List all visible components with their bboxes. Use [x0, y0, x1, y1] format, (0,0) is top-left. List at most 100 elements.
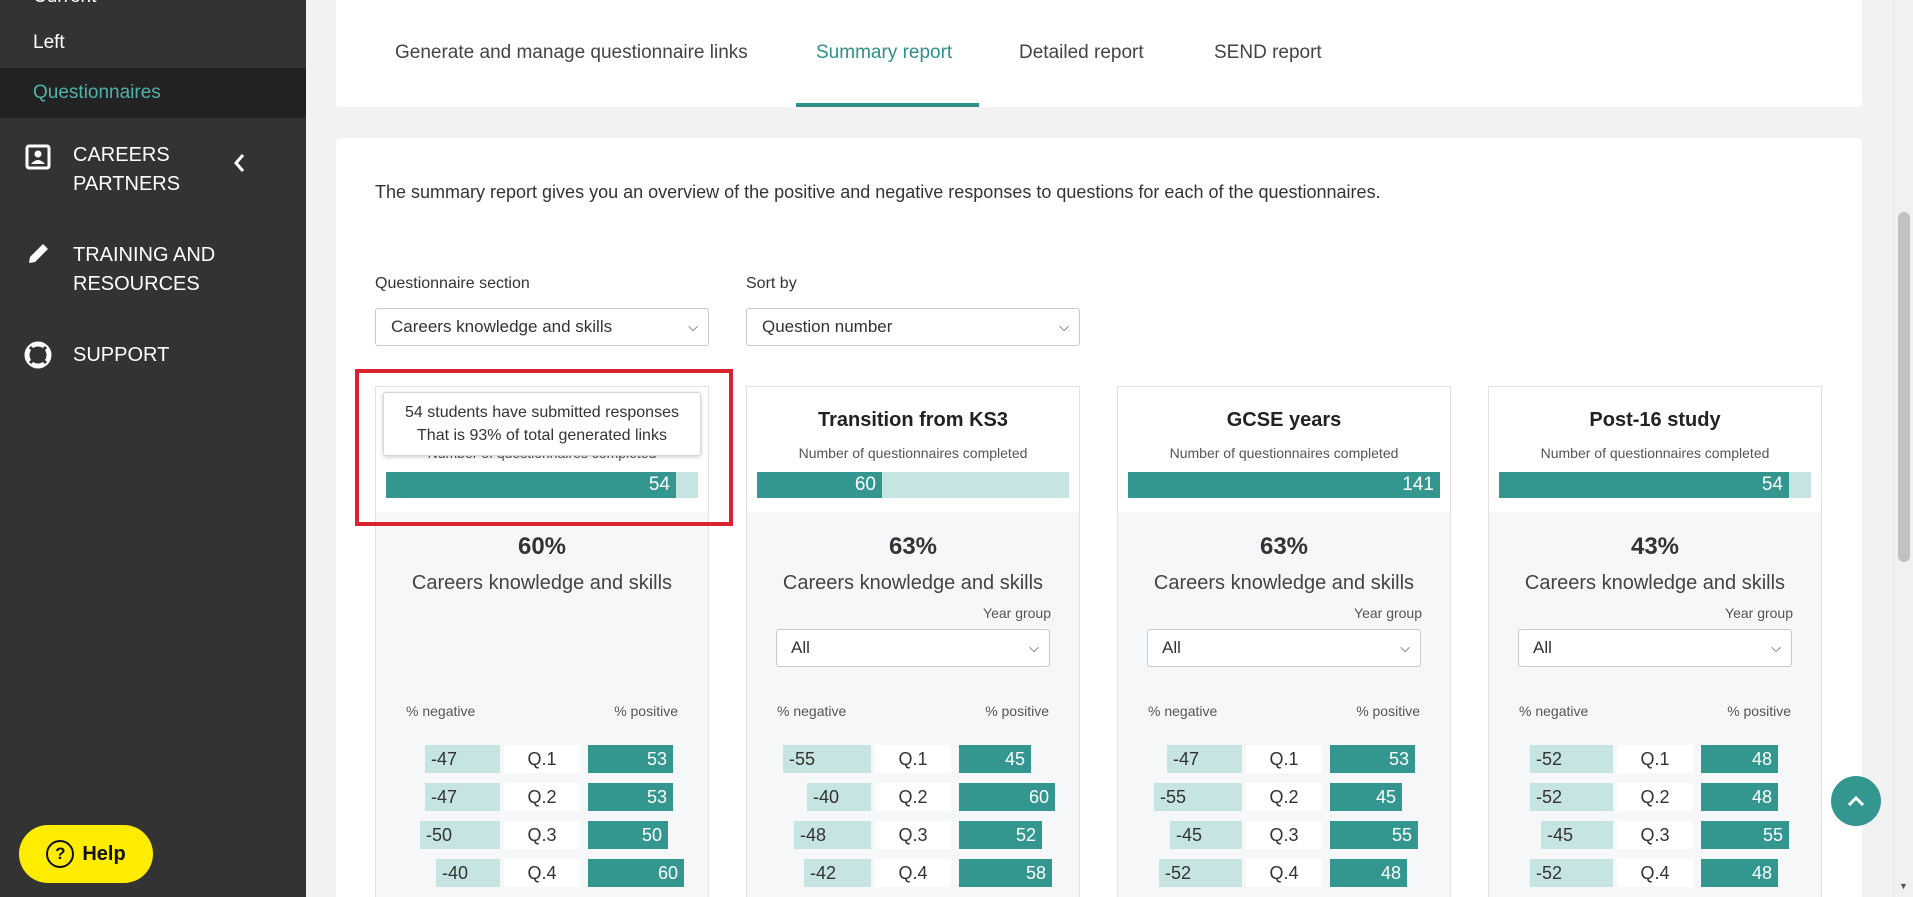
- tab-detailed-report[interactable]: Detailed report: [1019, 42, 1144, 64]
- chevron-down-icon: ⌵: [688, 319, 698, 334]
- negative-bar: -47: [425, 745, 500, 773]
- tab-send-report[interactable]: SEND report: [1214, 42, 1322, 64]
- question-row[interactable]: -52 Q.4 48: [1118, 859, 1450, 887]
- year-group-label: Year group: [1725, 605, 1793, 621]
- sidebar-item-questionnaires[interactable]: Questionnaires: [0, 68, 306, 118]
- sidebar: Current Left Questionnaires CAREERS PART…: [0, 0, 306, 897]
- help-button[interactable]: ? Help: [19, 825, 153, 883]
- question-label: Q.1: [1246, 745, 1322, 773]
- positive-bar: 48: [1701, 859, 1778, 887]
- chevron-down-icon: ⌵: [1029, 640, 1039, 655]
- year-group-select[interactable]: All ⌵: [776, 629, 1050, 667]
- section-select[interactable]: Careers knowledge and skills ⌵: [375, 308, 709, 346]
- question-row[interactable]: -48 Q.3 52: [747, 821, 1079, 849]
- question-row[interactable]: -47 Q.2 53: [376, 783, 708, 811]
- question-label: Q.4: [1617, 859, 1693, 887]
- negative-bar: -40: [807, 783, 871, 811]
- question-row[interactable]: -55 Q.2 45: [1118, 783, 1450, 811]
- question-row[interactable]: -45 Q.3 55: [1489, 821, 1821, 849]
- negative-bar: -42: [804, 859, 871, 887]
- questionnaire-column: Transition from KS3 Number of questionnai…: [746, 386, 1080, 897]
- scrollbar-thumb[interactable]: [1898, 212, 1910, 562]
- positive-bar: 60: [588, 859, 684, 887]
- negative-bar: -48: [794, 821, 871, 849]
- page-scrollbar[interactable]: ▼: [1893, 0, 1913, 897]
- active-tab-indicator: [796, 103, 979, 107]
- positive-bar: 60: [959, 783, 1055, 811]
- chevron-left-icon[interactable]: [232, 152, 246, 180]
- negative-bar: -47: [425, 783, 500, 811]
- sidebar-item-current[interactable]: Current: [33, 0, 96, 8]
- year-group-value: All: [1162, 638, 1181, 657]
- tab-generate-links[interactable]: Generate and manage questionnaire links: [395, 42, 748, 64]
- positive-bar: 45: [959, 745, 1031, 773]
- negative-label: % negative: [406, 703, 476, 719]
- chevron-down-icon: ⌵: [1400, 640, 1410, 655]
- question-row[interactable]: -52 Q.1 48: [1489, 745, 1821, 773]
- negative-label: % negative: [1148, 703, 1218, 719]
- question-label: Q.2: [1246, 783, 1322, 811]
- question-row[interactable]: -50 Q.3 50: [376, 821, 708, 849]
- question-label: Q.2: [875, 783, 951, 811]
- question-label: Q.2: [1617, 783, 1693, 811]
- completed-bar[interactable]: 54: [1499, 472, 1811, 498]
- sidebar-item-left[interactable]: Left: [0, 18, 306, 68]
- positive-label: % positive: [1727, 703, 1791, 719]
- column-title: Transition from KS3: [817, 409, 1009, 431]
- sidebar-item-label: SUPPORT: [73, 344, 170, 366]
- sidebar-item-support[interactable]: SUPPORT: [0, 340, 306, 370]
- chevron-down-icon: ⌵: [1771, 640, 1781, 655]
- help-label: Help: [82, 842, 126, 865]
- question-row[interactable]: -47 Q.1 53: [376, 745, 708, 773]
- scroll-down-arrow-icon[interactable]: ▼: [1899, 881, 1908, 891]
- contact-card-icon: [24, 143, 52, 171]
- sidebar-item-label: CAREERS: [73, 144, 170, 166]
- questionnaire-column: Post-16 study Number of questionnaires co…: [1488, 386, 1822, 897]
- scroll-to-top-button[interactable]: [1831, 776, 1881, 826]
- sort-label: Sort by: [746, 275, 797, 292]
- year-group-select[interactable]: All ⌵: [1518, 629, 1792, 667]
- sidebar-item-label: PARTNERS: [73, 173, 181, 195]
- question-row[interactable]: -47 Q.1 53: [1118, 745, 1450, 773]
- positive-bar: 52: [959, 821, 1042, 849]
- question-row[interactable]: -40 Q.2 60: [747, 783, 1079, 811]
- positive-bar: 45: [1330, 783, 1402, 811]
- sidebar-item-careers-partners[interactable]: CAREERS PARTNERS: [0, 140, 306, 200]
- sort-select[interactable]: Question number ⌵: [746, 308, 1080, 346]
- negative-bar: -52: [1159, 859, 1242, 887]
- column-section: Careers knowledge and skills: [411, 572, 673, 594]
- column-percentage: 63%: [888, 533, 938, 560]
- completed-bar-fill: 54: [1499, 472, 1789, 498]
- year-group-label: Year group: [983, 605, 1051, 621]
- question-row[interactable]: -42 Q.4 58: [747, 859, 1079, 887]
- negative-bar: -55: [1154, 783, 1242, 811]
- positive-bar: 53: [588, 783, 673, 811]
- year-group-value: All: [1533, 638, 1552, 657]
- completed-label: Number of questionnaires completed: [798, 445, 1028, 461]
- negative-bar: -45: [1541, 821, 1613, 849]
- question-label: Q.3: [1246, 821, 1322, 849]
- question-row[interactable]: -52 Q.2 48: [1489, 783, 1821, 811]
- question-row[interactable]: -52 Q.4 48: [1489, 859, 1821, 887]
- tab-summary-report[interactable]: Summary report: [816, 42, 952, 64]
- negative-bar: -52: [1530, 783, 1613, 811]
- question-row[interactable]: -55 Q.1 45: [747, 745, 1079, 773]
- year-group-select[interactable]: All ⌵: [1147, 629, 1421, 667]
- question-row[interactable]: -40 Q.4 60: [376, 859, 708, 887]
- negative-bar: -45: [1170, 821, 1242, 849]
- positive-bar: 55: [1330, 821, 1418, 849]
- completed-bar[interactable]: 141: [1128, 472, 1440, 498]
- sort-select-value: Question number: [762, 317, 893, 336]
- section-label: Questionnaire section: [375, 275, 530, 292]
- completed-bar[interactable]: 60: [757, 472, 1069, 498]
- question-row[interactable]: -45 Q.3 55: [1118, 821, 1450, 849]
- highlight-box: [355, 369, 733, 526]
- question-label: Q.3: [875, 821, 951, 849]
- question-label: Q.3: [1617, 821, 1693, 849]
- intro-text: The summary report gives you an overview…: [375, 182, 1381, 202]
- pencil-icon: [24, 240, 52, 268]
- positive-label: % positive: [1356, 703, 1420, 719]
- negative-label: % negative: [777, 703, 847, 719]
- sidebar-item-training-resources[interactable]: TRAINING AND RESOURCES: [0, 240, 306, 300]
- question-label: Q.1: [1617, 745, 1693, 773]
